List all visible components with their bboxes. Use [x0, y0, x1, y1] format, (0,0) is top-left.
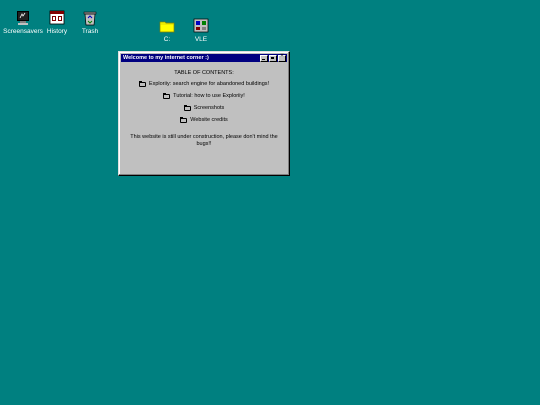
folder-icon [180, 117, 188, 123]
desktop-icon-label: C: [163, 36, 171, 43]
folder-icon [183, 105, 191, 111]
desktop-icon-vle[interactable]: VLE [171, 18, 231, 43]
window-titlebar[interactable]: Welcome to my internet corner :) [121, 53, 287, 62]
toc-item-label: Tutorial: how to use Exploriiy! [173, 93, 245, 99]
toc-heading: TABLE OF CONTENTS: [174, 70, 234, 76]
construction-notice: This website is still under construction… [130, 134, 278, 147]
toc-item-label: Exploriiy: search engine for abandoned b… [148, 81, 270, 87]
desktop-icon-label: VLE [194, 36, 208, 43]
desktop-icon-label: Trash [81, 28, 99, 35]
toc-item-screenshots[interactable]: Screenshots [123, 105, 285, 112]
recycle-bin-icon [82, 10, 98, 26]
minimize-button[interactable] [260, 54, 268, 62]
toc-item-exploriiy[interactable]: Exploriiy: search engine for abandoned b… [123, 81, 285, 88]
toc-item-label: Website credits [190, 117, 228, 123]
desktop: Screensavers History Trash C: VLE Welcom… [0, 0, 540, 405]
control-panel-icon [193, 18, 209, 34]
maximize-button[interactable] [269, 54, 277, 62]
toc-item-label: Screenshots [193, 105, 225, 111]
toc-item-credits[interactable]: Website credits [123, 117, 285, 124]
window-title: Welcome to my internet corner :) [123, 55, 209, 61]
window-content: TABLE OF CONTENTS: Exploriiy: search eng… [123, 64, 285, 171]
close-button[interactable] [278, 53, 286, 62]
toc-item-tutorial[interactable]: Tutorial: how to use Exploriiy! [123, 93, 285, 100]
welcome-window: Welcome to my internet corner :) TABLE O… [118, 51, 290, 176]
desktop-icon-trash[interactable]: Trash [60, 10, 120, 35]
folder-icon [163, 93, 171, 99]
folder-icon [138, 81, 146, 87]
